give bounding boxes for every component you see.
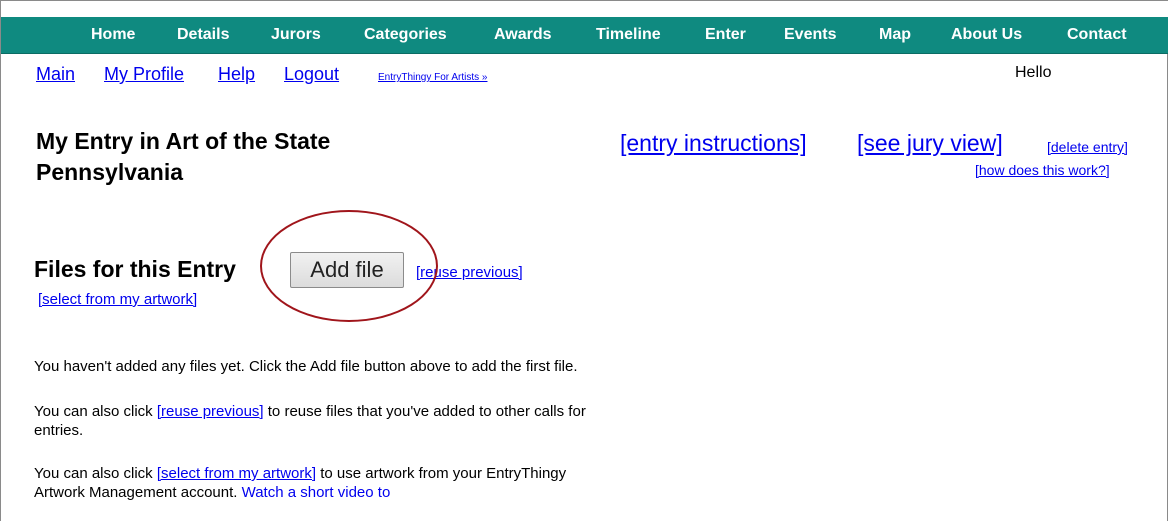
nav-details[interactable]: Details xyxy=(177,26,229,44)
entrythingy-artists-link[interactable]: EntryThingy For Artists » xyxy=(378,72,487,83)
nav-categories[interactable]: Categories xyxy=(364,26,447,44)
select-from-artwork-link[interactable]: [select from my artwork] xyxy=(38,291,197,308)
nav-events[interactable]: Events xyxy=(784,26,836,44)
delete-entry-link[interactable]: [delete entry] xyxy=(1047,139,1128,155)
nav-timeline[interactable]: Timeline xyxy=(596,26,661,44)
reuse-previous-link[interactable]: [reuse previous] xyxy=(416,264,523,281)
nav-map[interactable]: Map xyxy=(879,26,911,44)
top-strip xyxy=(1,1,1168,17)
see-jury-view-link[interactable]: [see jury view] xyxy=(857,130,1003,157)
nav-home[interactable]: Home xyxy=(91,26,135,44)
nav-awards[interactable]: Awards xyxy=(494,26,552,44)
add-file-button[interactable]: Add file xyxy=(290,252,404,288)
reuse-prefix: You can also click xyxy=(34,403,153,420)
page-title: My Entry in Art of the State Pennsylvani… xyxy=(36,128,331,185)
reuse-previous-inline-link[interactable]: [reuse previous] xyxy=(157,403,264,420)
greeting-text: Hello xyxy=(1015,64,1052,81)
logout-link[interactable]: Logout xyxy=(284,64,339,85)
select-artwork-inline-link[interactable]: [select from my artwork] xyxy=(157,465,316,482)
my-profile-link[interactable]: My Profile xyxy=(104,64,184,85)
entry-instructions-link[interactable]: [entry instructions] xyxy=(620,130,807,157)
no-files-message: You haven't added any files yet. Click t… xyxy=(34,358,578,375)
how-does-this-work-link[interactable]: [how does this work?] xyxy=(975,162,1110,178)
help-link[interactable]: Help xyxy=(218,64,255,85)
main-link[interactable]: Main xyxy=(36,64,75,85)
nav-about-us[interactable]: About Us xyxy=(951,26,1022,44)
select-prefix: You can also click xyxy=(34,465,153,482)
nav-contact[interactable]: Contact xyxy=(1067,26,1127,44)
files-heading: Files for this Entry xyxy=(34,256,236,282)
nav-enter[interactable]: Enter xyxy=(705,26,746,44)
select-info-text: You can also click [select from my artwo… xyxy=(34,464,594,502)
watch-video-link[interactable]: Watch a short video to xyxy=(242,484,391,501)
main-navbar: Home Details Jurors Categories Awards Ti… xyxy=(1,17,1168,54)
reuse-info-text: You can also click [reuse previous] to r… xyxy=(34,402,594,440)
nav-jurors[interactable]: Jurors xyxy=(271,26,321,44)
